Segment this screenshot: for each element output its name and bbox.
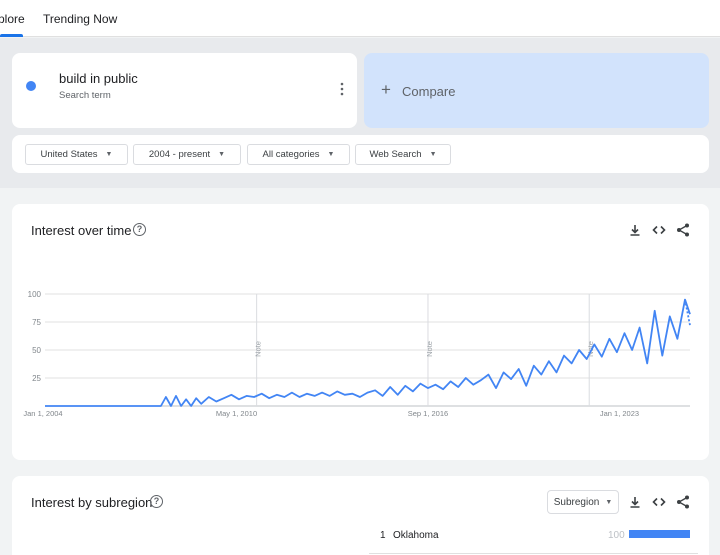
search-term-subtitle: Search term — [59, 90, 111, 101]
note-label: Note — [254, 341, 263, 357]
more-vert-icon[interactable] — [338, 79, 346, 99]
region-filter-label: United States — [40, 149, 98, 160]
embed-code-icon[interactable] — [651, 494, 667, 510]
term-color-dot — [26, 81, 36, 91]
category-filter[interactable]: All categories ▼ — [247, 144, 350, 165]
x-tick-label: Jan 1, 2023 — [600, 409, 639, 418]
interest-by-subregion-card: Interest by subregion ? Subregion ▼ 1 Okl… — [12, 476, 709, 555]
download-icon[interactable] — [627, 494, 643, 510]
y-tick-label: 75 — [32, 318, 41, 327]
x-tick-label: May 1, 2010 — [216, 409, 257, 418]
property-filter-label: Web Search — [369, 149, 422, 160]
subregion-value: 100 — [608, 530, 625, 541]
region-filter[interactable]: United States ▼ — [25, 144, 128, 165]
subregion-select-label: Subregion — [553, 496, 600, 508]
y-tick-label: 50 — [32, 346, 41, 355]
caret-down-icon: ▼ — [327, 151, 335, 158]
active-tab-indicator — [0, 34, 23, 37]
y-tick-label: 25 — [32, 374, 41, 383]
subregion-select[interactable]: Subregion ▼ — [547, 490, 619, 514]
filter-bar: United States ▼ 2004 - present ▼ All categ… — [12, 135, 709, 173]
interest-by-subregion-title: Interest by subregion — [31, 495, 153, 510]
caret-down-icon: ▼ — [105, 151, 113, 158]
caret-down-icon: ▼ — [429, 151, 437, 158]
interest-over-time-chart: 100 75 50 25 Jan 1, 2004 May 1, 2010 Sep 1, 20… — [23, 290, 691, 418]
tab-trending-now[interactable]: Trending Now — [43, 12, 117, 26]
note-label: Note — [586, 341, 595, 357]
x-tick-label: Jan 1, 2004 — [23, 409, 62, 418]
help-icon[interactable]: ? — [150, 495, 163, 508]
time-filter-label: 2004 - present — [148, 149, 211, 160]
subregion-name[interactable]: Oklahoma — [393, 530, 439, 541]
top-nav: plore Trending Now — [0, 0, 720, 37]
property-filter[interactable]: Web Search ▼ — [355, 144, 451, 165]
search-term-card[interactable]: build in public Search term — [12, 53, 357, 128]
interest-over-time-card: Interest over time ? 100 75 50 25 Jan 1, 200… — [12, 204, 709, 460]
caret-down-icon: ▼ — [218, 151, 226, 158]
time-filter[interactable]: 2004 - present ▼ — [133, 144, 241, 165]
compare-label: Compare — [402, 84, 456, 99]
compare-card[interactable]: + Compare — [364, 53, 709, 128]
search-term-title: build in public — [59, 71, 138, 86]
x-tick-label: Sep 1, 2016 — [408, 409, 448, 418]
share-icon[interactable] — [675, 494, 691, 510]
y-tick-label: 100 — [28, 290, 42, 299]
note-label: Note — [425, 341, 434, 357]
subregion-value-bar — [629, 530, 690, 538]
caret-down-icon: ▼ — [605, 498, 613, 506]
row-divider — [369, 553, 698, 554]
subregion-rank: 1 — [380, 530, 386, 541]
tab-explore[interactable]: plore — [0, 12, 25, 26]
plus-icon: + — [381, 80, 391, 99]
category-filter-label: All categories — [262, 149, 320, 160]
